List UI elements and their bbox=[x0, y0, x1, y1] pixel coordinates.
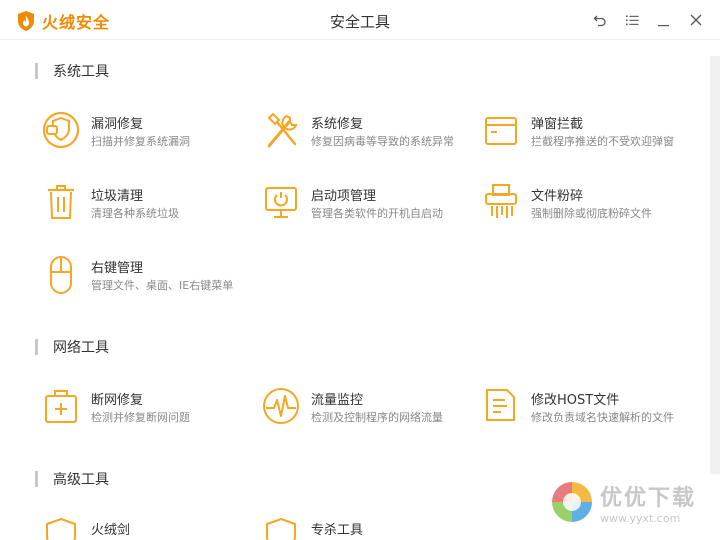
close-icon[interactable] bbox=[688, 12, 704, 28]
section-divider bbox=[35, 63, 38, 79]
tool-description: 检测及控制程序的网络流量 bbox=[311, 411, 443, 424]
tool-popup-block[interactable]: 弹窗拦截 拦截程序推送的不受欢迎弹窗 bbox=[483, 110, 693, 160]
tool-system-repair[interactable]: 系统修复 修复因病毒等导致的系统异常 bbox=[263, 110, 473, 160]
tool-name: 火绒剑 bbox=[91, 523, 131, 538]
tool-description: 强制删除或彻底粉碎文件 bbox=[531, 207, 652, 220]
tool-description: 管理文件、桌面、IE右键菜单 bbox=[91, 279, 234, 292]
tool-description: 管理各类软件的开机自启动 bbox=[311, 207, 443, 220]
section-divider bbox=[35, 471, 38, 487]
tool-network-repair[interactable]: 断网修复 检测并修复断网问题 bbox=[43, 386, 253, 436]
tool-description: 清理各种系统垃圾 bbox=[91, 207, 179, 220]
section-network-tools: 网络工具 bbox=[35, 338, 109, 356]
tool-description: 检测并修复断网问题 bbox=[91, 411, 190, 424]
tool-name: 修改HOST文件 bbox=[531, 393, 620, 408]
section-title: 网络工具 bbox=[53, 340, 109, 356]
tool-description: 修复因病毒等导致的系统异常 bbox=[311, 135, 454, 148]
tool-name: 启动项管理 bbox=[311, 189, 377, 204]
watermark-logo-icon bbox=[551, 482, 592, 522]
shield-icon bbox=[266, 517, 296, 540]
minimize-icon[interactable] bbox=[656, 12, 672, 28]
tool-name: 漏洞修复 bbox=[91, 117, 144, 132]
tool-name: 断网修复 bbox=[91, 393, 144, 408]
tool-name: 系统修复 bbox=[311, 117, 364, 132]
section-title: 系统工具 bbox=[53, 64, 109, 80]
tool-huorong-sword[interactable]: 火绒剑 bbox=[43, 516, 253, 540]
tool-name: 右键管理 bbox=[91, 261, 144, 276]
tool-description: 扫描并修复系统漏洞 bbox=[91, 135, 190, 148]
tool-name: 文件粉碎 bbox=[531, 189, 584, 204]
menu-icon[interactable] bbox=[624, 12, 640, 28]
shield-bandage-icon bbox=[43, 111, 80, 149]
watermark-url: www.yyxt.com bbox=[599, 511, 681, 525]
tool-file-shredder[interactable]: 文件粉碎 强制删除或彻底粉碎文件 bbox=[483, 182, 693, 232]
document-edit-icon bbox=[486, 389, 515, 421]
tool-special-killer[interactable]: 专杀工具 bbox=[263, 516, 473, 540]
tool-traffic-monitor[interactable]: 流量监控 检测及控制程序的网络流量 bbox=[263, 386, 473, 436]
back-icon[interactable] bbox=[592, 12, 608, 28]
section-divider bbox=[35, 339, 38, 355]
scrollbar[interactable] bbox=[710, 56, 720, 474]
tool-description: 修改负责域名快速解析的文件 bbox=[531, 411, 674, 424]
tool-edit-hosts[interactable]: 修改HOST文件 修改负责域名快速解析的文件 bbox=[483, 386, 693, 436]
trash-can-icon bbox=[48, 185, 74, 219]
section-system-tools: 系统工具 bbox=[35, 62, 109, 80]
tool-name: 专杀工具 bbox=[311, 523, 364, 538]
tool-vulnerability-fix[interactable]: 漏洞修复 扫描并修复系统漏洞 bbox=[43, 110, 253, 160]
section-title: 高级工具 bbox=[53, 472, 109, 488]
mouse-icon bbox=[50, 256, 72, 294]
tool-name: 弹窗拦截 bbox=[531, 117, 584, 132]
section-advanced-tools: 高级工具 bbox=[35, 470, 109, 488]
monitor-power-icon bbox=[265, 187, 297, 218]
watermark-title: 优优下载 bbox=[599, 485, 696, 511]
tool-name: 流量监控 bbox=[311, 393, 364, 408]
popup-window-icon bbox=[485, 117, 517, 145]
first-aid-kit-icon bbox=[45, 390, 77, 423]
tool-context-menu-manager[interactable]: 右键管理 管理文件、桌面、IE右键菜单 bbox=[43, 254, 253, 304]
tool-junk-clean[interactable]: 垃圾清理 清理各种系统垃圾 bbox=[43, 182, 253, 232]
pulse-monitor-icon bbox=[263, 388, 299, 424]
wrench-screwdriver-icon bbox=[267, 112, 298, 148]
shredder-icon bbox=[485, 184, 517, 218]
tool-description: 拦截程序推送的不受欢迎弹窗 bbox=[531, 135, 674, 148]
window-title: 安全工具 bbox=[329, 13, 390, 31]
tool-startup-manager[interactable]: 启动项管理 管理各类软件的开机自启动 bbox=[263, 182, 473, 232]
shield-icon bbox=[46, 517, 76, 540]
title-bar: 火绒安全 安全工具 bbox=[0, 0, 720, 40]
watermark: 优优下载 www.yyxt.com bbox=[548, 478, 696, 526]
tool-name: 垃圾清理 bbox=[91, 189, 144, 204]
